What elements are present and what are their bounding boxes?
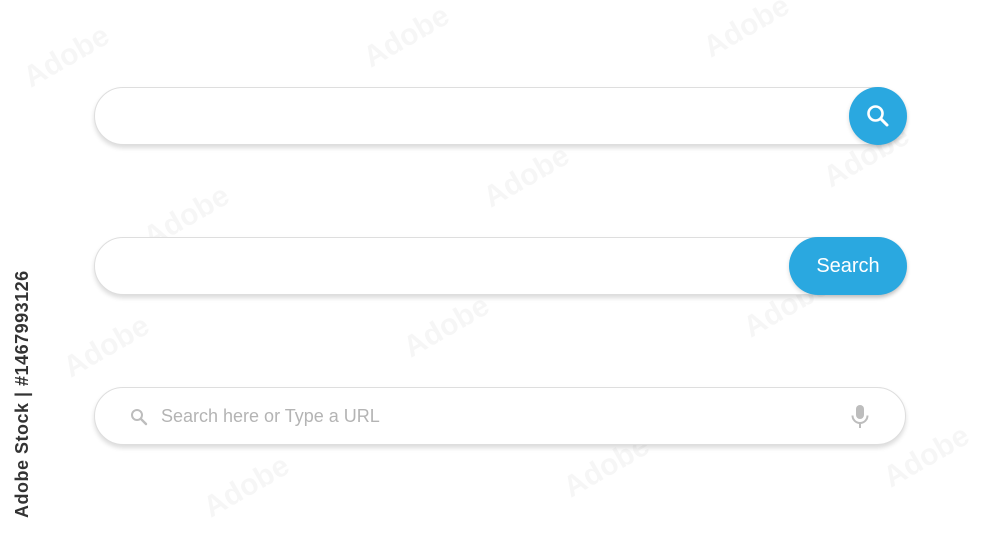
search-button[interactable] [849, 87, 907, 145]
search-bar-icon-button [94, 87, 907, 145]
search-icon [131, 409, 148, 426]
url-search-bar [94, 387, 906, 445]
search-bar-text-button: Search [94, 237, 907, 295]
microphone-icon[interactable] [849, 404, 871, 430]
search-icon [867, 105, 889, 127]
url-input[interactable] [159, 388, 835, 444]
search-input[interactable] [123, 88, 775, 144]
stock-credit: Adobe Stock | #1467993126 [12, 270, 32, 518]
search-input[interactable] [123, 238, 775, 294]
search-button[interactable]: Search [789, 237, 907, 295]
